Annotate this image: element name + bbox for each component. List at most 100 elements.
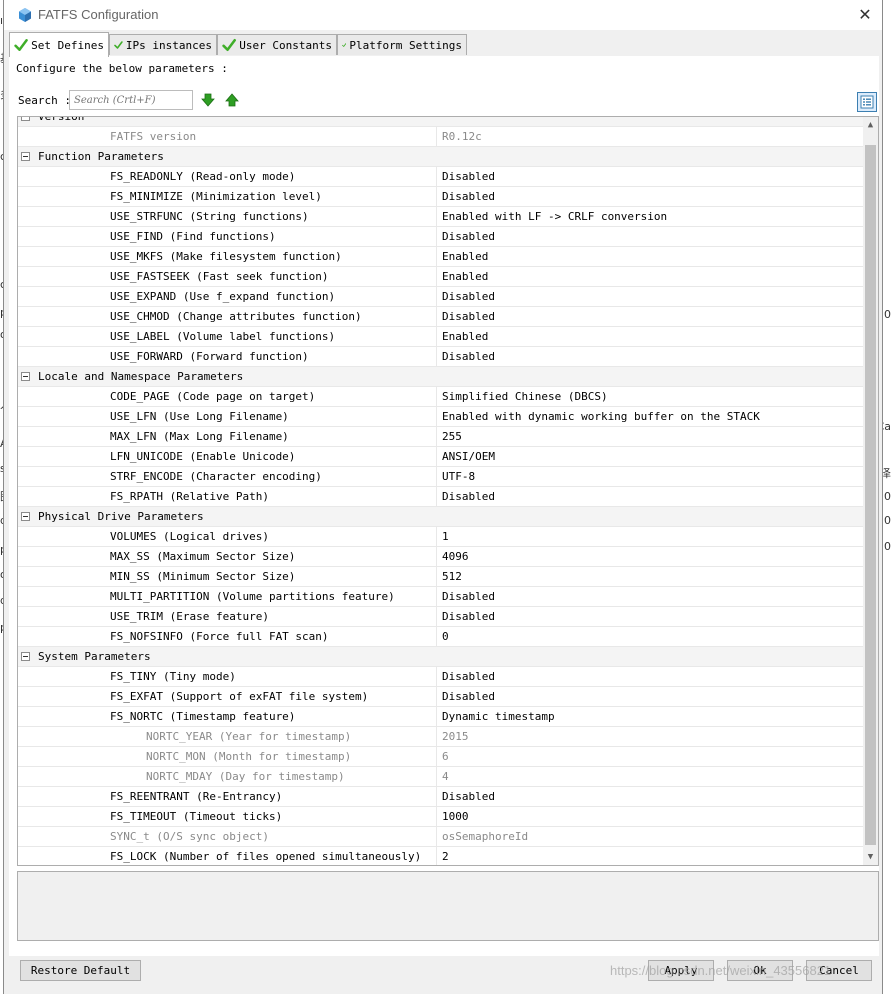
parameter-row[interactable]: USE_CHMOD (Change attributes function) Di… <box>18 307 863 327</box>
parameter-row[interactable]: VOLUMES (Logical drives) 1 <box>18 527 863 547</box>
parameter-row[interactable]: FS_EXFAT (Support of exFAT file system) D… <box>18 687 863 707</box>
parameter-value[interactable]: R0.12c <box>442 130 482 143</box>
parameter-value[interactable]: 1 <box>442 530 449 543</box>
parameter-value[interactable]: Disabled <box>442 230 495 243</box>
column-divider <box>436 627 437 646</box>
parameter-value[interactable]: Disabled <box>442 190 495 203</box>
parameter-row[interactable]: USE_TRIM (Erase feature) Disabled <box>18 607 863 627</box>
collapse-icon[interactable] <box>21 152 30 161</box>
tab-label: Platform Settings <box>349 38 462 52</box>
parameter-row[interactable]: MAX_SS (Maximum Sector Size) 4096 <box>18 547 863 567</box>
tab-platform-settings[interactable]: Platform Settings <box>337 34 467 55</box>
parameter-value[interactable]: 4096 <box>442 550 469 563</box>
parameter-row[interactable]: LFN_UNICODE (Enable Unicode) ANSI/OEM <box>18 447 863 467</box>
parameter-row[interactable]: FS_MINIMIZE (Minimization level) Disabled <box>18 187 863 207</box>
categorized-view-button[interactable] <box>857 92 877 112</box>
window-title: FATFS Configuration <box>38 7 159 22</box>
parameter-row[interactable]: SYNC_t (O/S sync object) osSemaphoreId <box>18 827 863 847</box>
parameter-row[interactable]: USE_LABEL (Volume label functions) Enable… <box>18 327 863 347</box>
parameter-value[interactable]: ANSI/OEM <box>442 450 495 463</box>
parameter-value[interactable]: Disabled <box>442 670 495 683</box>
group-row[interactable]: Function Parameters <box>18 147 863 167</box>
scroll-down-icon[interactable]: ▼ <box>863 849 878 865</box>
group-row[interactable]: System Parameters <box>18 647 863 667</box>
parameter-row[interactable]: USE_EXPAND (Use f_expand function) Disabl… <box>18 287 863 307</box>
parameter-row[interactable]: FS_REENTRANT (Re-Entrancy) Disabled <box>18 787 863 807</box>
column-divider <box>436 327 437 346</box>
parameter-row[interactable]: USE_MKFS (Make filesystem function) Enabl… <box>18 247 863 267</box>
parameter-value[interactable]: 2015 <box>442 730 469 743</box>
collapse-icon[interactable] <box>21 512 30 521</box>
parameter-value[interactable]: Disabled <box>442 170 495 183</box>
parameter-value[interactable]: Disabled <box>442 350 495 363</box>
parameter-value[interactable]: Disabled <box>442 310 495 323</box>
parameter-value[interactable]: Disabled <box>442 790 495 803</box>
parameter-row[interactable]: MULTI_PARTITION (Volume partitions featu… <box>18 587 863 607</box>
restore-default-button[interactable]: Restore Default <box>20 960 141 981</box>
search-input[interactable] <box>69 90 193 110</box>
tab-user-constants[interactable]: User Constants <box>217 34 337 55</box>
parameter-row[interactable]: USE_FIND (Find functions) Disabled <box>18 227 863 247</box>
parameter-value[interactable]: Disabled <box>442 290 495 303</box>
tab-label: User Constants <box>239 38 332 52</box>
arrow-down-icon[interactable] <box>201 93 215 107</box>
group-row[interactable]: Physical Drive Parameters <box>18 507 863 527</box>
parameter-value[interactable]: Enabled <box>442 250 488 263</box>
group-row[interactable]: Locale and Namespace Parameters <box>18 367 863 387</box>
parameter-value[interactable]: Dynamic timestamp <box>442 710 555 723</box>
parameter-row[interactable]: FS_TIMEOUT (Timeout ticks) 1000 <box>18 807 863 827</box>
parameter-row[interactable]: NORTC_YEAR (Year for timestamp) 2015 <box>18 727 863 747</box>
arrow-up-icon[interactable] <box>225 93 239 107</box>
parameter-row[interactable]: FS_LOCK (Number of files opened simultan… <box>18 847 863 865</box>
parameter-value[interactable]: 255 <box>442 430 462 443</box>
parameter-row[interactable]: FS_NOFSINFO (Force full FAT scan) 0 <box>18 627 863 647</box>
parameter-value[interactable]: Disabled <box>442 610 495 623</box>
scroll-up-icon[interactable]: ▲ <box>863 117 878 133</box>
parameter-row[interactable]: USE_LFN (Use Long Filename) Enabled with … <box>18 407 863 427</box>
parameter-value[interactable]: 1000 <box>442 810 469 823</box>
parameter-row[interactable]: NORTC_MON (Month for timestamp) 6 <box>18 747 863 767</box>
parameter-row[interactable]: USE_STRFUNC (String functions) Enabled wi… <box>18 207 863 227</box>
tab-ips-instances[interactable]: IPs instances <box>109 34 217 55</box>
watermark: https://blog.csdn.net/weixin_43556821 <box>610 963 832 978</box>
parameter-row[interactable]: STRF_ENCODE (Character encoding) UTF-8 <box>18 467 863 487</box>
parameter-value[interactable]: Disabled <box>442 690 495 703</box>
parameter-value[interactable]: Enabled with dynamic working buffer on t… <box>442 410 760 423</box>
parameter-value[interactable]: Simplified Chinese (DBCS) <box>442 390 608 403</box>
parameter-name: FATFS version <box>110 130 197 143</box>
parameter-value[interactable]: 512 <box>442 570 462 583</box>
parameter-name: USE_CHMOD (Change attributes function) <box>110 310 362 323</box>
parameter-row[interactable]: MAX_LFN (Max Long Filename) 255 <box>18 427 863 447</box>
parameter-row[interactable]: FS_TINY (Tiny mode) Disabled <box>18 667 863 687</box>
collapse-icon[interactable] <box>21 652 30 661</box>
column-divider <box>436 467 437 486</box>
parameter-value[interactable]: osSemaphoreId <box>442 830 528 843</box>
parameter-value[interactable]: Enabled <box>442 270 488 283</box>
parameter-row[interactable]: FATFS version R0.12c <box>18 127 863 147</box>
parameter-value[interactable]: 4 <box>442 770 449 783</box>
parameter-row[interactable]: USE_FORWARD (Forward function) Disabled <box>18 347 863 367</box>
parameter-value[interactable]: 0 <box>442 630 449 643</box>
vertical-scrollbar[interactable]: ▲ ▼ <box>863 117 878 865</box>
tab-set-defines[interactable]: Set Defines <box>9 32 109 57</box>
close-button[interactable]: ✕ <box>854 4 876 26</box>
parameter-value[interactable]: UTF-8 <box>442 470 475 483</box>
scroll-thumb[interactable] <box>865 145 876 845</box>
parameter-row[interactable]: USE_FASTSEEK (Fast seek function) Enabled <box>18 267 863 287</box>
parameter-value[interactable]: 6 <box>442 750 449 763</box>
parameter-row[interactable]: FS_NORTC (Timestamp feature) Dynamic time… <box>18 707 863 727</box>
parameter-value[interactable]: 2 <box>442 850 449 863</box>
parameter-value[interactable]: Enabled <box>442 330 488 343</box>
parameter-row[interactable]: CODE_PAGE (Code page on target) Simplifie… <box>18 387 863 407</box>
parameter-row[interactable]: FS_RPATH (Relative Path) Disabled <box>18 487 863 507</box>
parameter-row[interactable]: MIN_SS (Minimum Sector Size) 512 <box>18 567 863 587</box>
parameter-value[interactable]: Disabled <box>442 490 495 503</box>
close-icon: ✕ <box>858 5 872 24</box>
parameter-row[interactable]: NORTC_MDAY (Day for timestamp) 4 <box>18 767 863 787</box>
parameter-value[interactable]: Enabled with LF -> CRLF conversion <box>442 210 667 223</box>
collapse-icon[interactable] <box>21 117 30 121</box>
collapse-icon[interactable] <box>21 372 30 381</box>
parameter-value[interactable]: Disabled <box>442 590 495 603</box>
group-row[interactable]: Version <box>18 117 863 127</box>
parameter-row[interactable]: FS_READONLY (Read-only mode) Disabled <box>18 167 863 187</box>
